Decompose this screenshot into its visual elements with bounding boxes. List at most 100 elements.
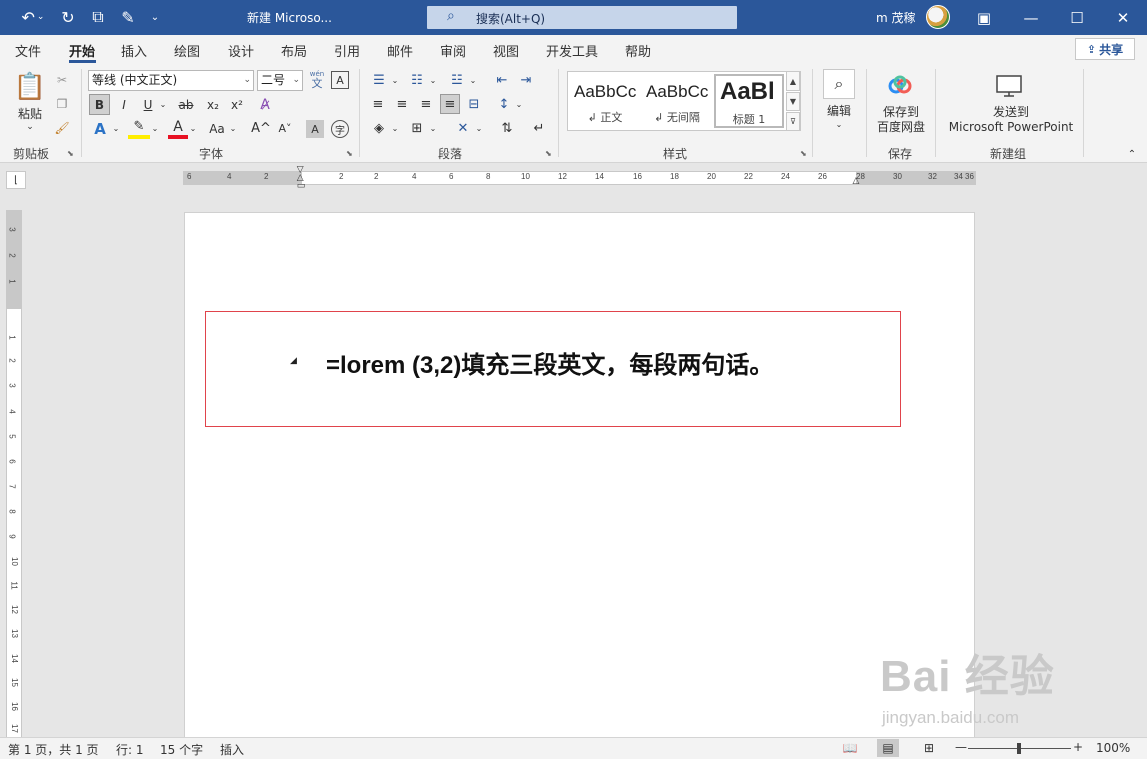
gallery-up-icon[interactable]: ▲ [786, 71, 800, 91]
paste-dropdown-icon[interactable]: ⌄ [22, 121, 38, 133]
underline-button[interactable]: U [138, 94, 158, 115]
style-normal[interactable]: AaBbCc ↲ 正文 [570, 74, 640, 128]
tab-home[interactable]: 开始 [69, 41, 95, 60]
justify-icon[interactable]: ≡ [440, 94, 460, 114]
line-number[interactable]: 行: 1 [116, 741, 144, 758]
shrink-font-button[interactable]: A˅ [275, 118, 295, 139]
grow-font-button[interactable]: A^ [251, 118, 271, 139]
minimize-icon[interactable]: — [1008, 0, 1054, 35]
line-spacing-icon[interactable]: ↕ [494, 94, 514, 114]
zoom-slider-thumb[interactable] [1017, 743, 1021, 754]
decrease-indent-icon[interactable]: ⇤ [492, 70, 512, 90]
send-to-ppt-label-1[interactable]: 发送到 [946, 105, 1076, 120]
document-page[interactable]: ◢ =lorem (3,2)填充三段英文，每段两句话。 [184, 212, 975, 742]
tab-help[interactable]: 帮助 [625, 41, 651, 60]
underline-dropdown-icon[interactable]: ⌄ [157, 94, 169, 115]
font-name-combo[interactable]: 等线 (中文正文) ⌄ [88, 70, 254, 91]
touch-mode-icon[interactable]: ⧉ [86, 6, 110, 28]
redo-icon[interactable]: ↻ [56, 6, 80, 28]
align-center-icon[interactable]: ≡ [392, 94, 412, 114]
show-marks-icon[interactable]: ↵ [528, 118, 550, 138]
find-icon[interactable]: ⌕ [823, 69, 855, 99]
change-case-button[interactable]: Aa [205, 118, 229, 139]
editing-label[interactable]: 编辑 [824, 104, 854, 119]
tab-developer[interactable]: 开发工具 [546, 41, 598, 60]
undo-icon[interactable]: ↶ ⌄ [18, 6, 48, 28]
multilevel-list-icon[interactable]: ☳ [446, 70, 468, 90]
chevron-down-icon[interactable]: ⌄ [228, 118, 238, 139]
chevron-down-icon[interactable]: ⌄ [468, 70, 478, 90]
collapse-ribbon-icon[interactable]: ⌃ [1124, 147, 1140, 161]
customize-icon[interactable]: ⌄ [146, 6, 164, 28]
paste-icon[interactable]: 📋 [12, 69, 48, 105]
word-count[interactable]: 15 个字 [160, 741, 203, 758]
share-button[interactable]: ⇪ 共享 [1075, 38, 1135, 60]
send-to-powerpoint-icon[interactable] [994, 73, 1024, 99]
close-icon[interactable]: ✕ [1100, 0, 1146, 35]
page-count[interactable]: 第 1 页，共 1 页 [8, 741, 99, 758]
subscript-button[interactable]: x₂ [202, 94, 224, 115]
print-layout-icon[interactable]: ▤ [877, 739, 899, 757]
send-to-ppt-label-2[interactable]: Microsoft PowerPoint [946, 120, 1076, 135]
chinese-layout-icon[interactable]: ✕ [452, 118, 474, 138]
gallery-down-icon[interactable]: ▼ [786, 92, 800, 111]
clear-formatting-icon[interactable]: A̷ [254, 94, 276, 115]
text-effects-icon[interactable]: A [89, 118, 111, 139]
copy-icon[interactable]: ❐ [52, 95, 72, 113]
zoom-in-icon[interactable]: + [1073, 740, 1083, 754]
distributed-icon[interactable]: ⊟ [464, 94, 484, 114]
tab-layout[interactable]: 布局 [281, 41, 307, 60]
insert-mode[interactable]: 插入 [220, 741, 244, 758]
tab-references[interactable]: 引用 [334, 41, 360, 60]
tab-selector-icon[interactable]: ⌊ [6, 171, 26, 189]
strikethrough-button[interactable]: ab [174, 94, 198, 115]
indent-marker-icon[interactable]: ▽ △ ▭ [295, 166, 307, 191]
tab-insert[interactable]: 插入 [121, 41, 147, 60]
chevron-down-icon[interactable]: ⌄ [428, 118, 438, 138]
tab-draw[interactable]: 绘图 [174, 41, 200, 60]
numbering-icon[interactable]: ☷ [406, 70, 428, 90]
document-title[interactable]: 新建 Microso... [247, 9, 332, 26]
save-to-baidu-label-1[interactable]: 保存到 [873, 105, 929, 120]
chevron-down-icon[interactable]: ⌄ [150, 118, 160, 139]
maximize-icon[interactable]: ☐ [1054, 0, 1100, 35]
italic-button[interactable]: I [114, 94, 134, 115]
paste-label[interactable]: 粘贴 [12, 105, 48, 121]
character-shading-icon[interactable]: A [306, 120, 324, 138]
paragraph-collapse-icon[interactable]: ◢ [290, 356, 297, 366]
style-no-spacing[interactable]: AaBbCc ↲ 无间隔 [642, 74, 712, 128]
search-box[interactable]: ⌕ 搜索(Alt+Q) [427, 6, 737, 29]
format-painter-icon[interactable]: 🖌 [52, 119, 72, 137]
read-mode-icon[interactable]: 📖 [839, 739, 861, 757]
align-left-icon[interactable]: ≡ [368, 94, 388, 114]
font-launcher-icon[interactable]: ⬊ [346, 149, 353, 158]
clipboard-launcher-icon[interactable]: ⬊ [67, 149, 74, 158]
increase-indent-icon[interactable]: ⇥ [516, 70, 536, 90]
zoom-out-icon[interactable]: — [955, 740, 967, 754]
chevron-down-icon[interactable]: ⌄ [390, 70, 400, 90]
cut-icon[interactable]: ✂ [52, 71, 72, 89]
style-heading-1[interactable]: AaBl 标题 1 [714, 74, 784, 128]
baidu-netdisk-icon[interactable] [886, 73, 914, 99]
edit-icon[interactable]: ✎ [116, 6, 140, 28]
borders-icon[interactable]: ⊞ [406, 118, 428, 138]
chevron-down-icon[interactable]: ⌄ [514, 94, 524, 114]
tab-mailings[interactable]: 邮件 [387, 41, 413, 60]
paragraph-launcher-icon[interactable]: ⬊ [545, 149, 552, 158]
styles-launcher-icon[interactable]: ⬊ [800, 149, 807, 158]
chevron-down-icon[interactable]: ⌄ [188, 118, 198, 139]
enclose-characters-icon[interactable]: 字 [331, 120, 349, 138]
phonetic-guide-icon[interactable]: wén 文 [307, 69, 327, 91]
document-text[interactable]: =lorem (3,2)填充三段英文，每段两句话。 [326, 345, 773, 380]
editing-dropdown-icon[interactable]: ⌄ [832, 119, 846, 129]
shading-icon[interactable]: ◈ [368, 118, 390, 138]
user-name[interactable]: m 茂稼 [876, 9, 916, 26]
bullets-icon[interactable]: ☰ [368, 70, 390, 90]
tab-review[interactable]: 审阅 [440, 41, 466, 60]
chevron-down-icon[interactable]: ⌄ [474, 118, 484, 138]
tab-design[interactable]: 设计 [228, 41, 254, 60]
chevron-down-icon[interactable]: ⌄ [390, 118, 400, 138]
zoom-level[interactable]: 100% [1096, 741, 1130, 755]
vertical-ruler[interactable]: 3 2 1 1 2 3 4 5 6 7 8 9 10 11 12 13 14 1… [6, 210, 22, 738]
font-color-icon[interactable]: A [168, 118, 188, 139]
